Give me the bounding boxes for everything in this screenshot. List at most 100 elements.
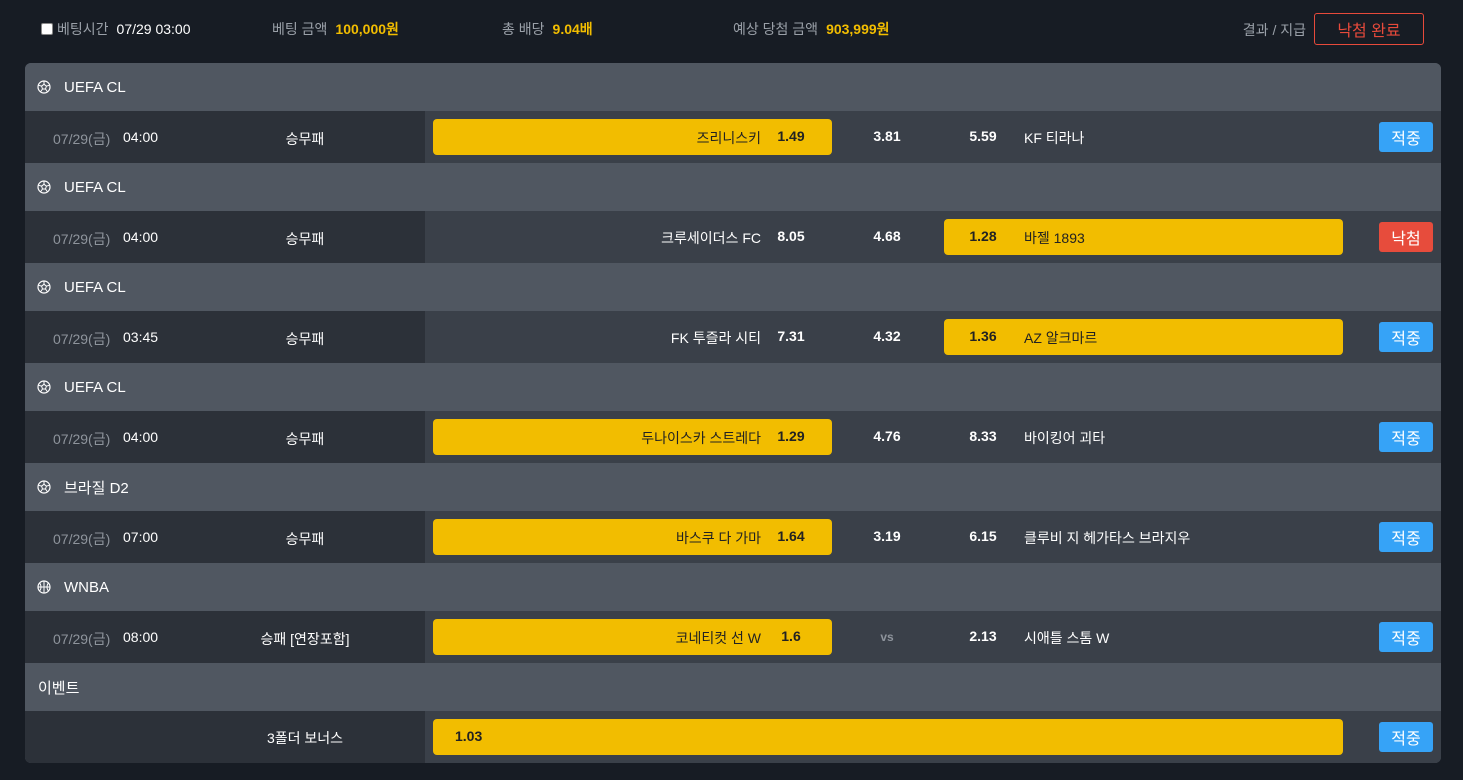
away-team: AZ 알크마르 <box>1024 330 1098 346</box>
bonus-selection-highlight <box>433 719 1343 755</box>
league-header: 브라질 D2 <box>25 463 1441 511</box>
away-odds: 1.36 <box>969 328 997 344</box>
event-row: 3폴더 보너스 1.03 적중 <box>25 711 1441 763</box>
result-badge: 낙첨 <box>1379 222 1433 252</box>
match-date: 07/29(금) <box>53 131 111 147</box>
bet-slip-list: UEFA CL 07/29(금) 04:00 승무패 즈리니스키 1.49 3.… <box>25 63 1441 763</box>
draw-odds: 4.68 <box>873 228 901 244</box>
bet-info: 07/29(금) 04:00 승무패 <box>25 411 425 463</box>
bet-info: 07/29(금) 03:45 승무패 <box>25 311 425 363</box>
soccer-ball-icon <box>37 380 51 394</box>
total-odds: 총 배당 9.04배 <box>502 20 593 38</box>
league-header: UEFA CL <box>25 163 1441 211</box>
bet-info: 07/29(금) 04:00 승무패 <box>25 111 425 163</box>
bet-type: 승패 [연장포함] <box>260 631 350 647</box>
match-time: 04:00 <box>123 129 159 145</box>
away-team: 클루비 지 헤가타스 브라지우 <box>1024 530 1191 546</box>
bet-time-value: 07/29 03:00 <box>116 21 191 37</box>
total-odds-value: 9.04배 <box>552 21 593 37</box>
expected-win-value: 903,999원 <box>826 21 890 37</box>
match-date: 07/29(금) <box>53 231 111 247</box>
result-badge: 적중 <box>1379 122 1433 152</box>
odds-area: FK 투즐라 시티 7.31 4.32 1.36 AZ 알크마르 적중 <box>425 311 1441 363</box>
league-name: UEFA CL <box>64 378 126 396</box>
vs-label: vs <box>880 630 894 644</box>
away-team: 바이킹어 괴타 <box>1024 430 1106 446</box>
bet-amount-label: 베팅 금액 <box>272 21 328 37</box>
total-odds-label: 총 배당 <box>502 21 545 37</box>
bet-info: 07/29(금) 08:00 승패 [연장포함] <box>25 611 425 663</box>
bet-amount: 베팅 금액 100,000원 <box>272 20 399 38</box>
draw-odds: 4.76 <box>873 428 901 444</box>
home-team: 즈리니스키 <box>696 130 761 146</box>
result-label: 결과 / 지급 <box>1242 22 1306 38</box>
home-team: 두나이스카 스트레다 <box>641 430 761 446</box>
home-team: FK 투즐라 시티 <box>670 330 761 346</box>
result-badge: 적중 <box>1379 322 1433 352</box>
bet-row: 07/29(금) 03:45 승무패 FK 투즐라 시티 7.31 4.32 1… <box>25 311 1441 363</box>
bet-row: 07/29(금) 04:00 승무패 크루세이더스 FC 8.05 4.68 1… <box>25 211 1441 263</box>
bet-row: 07/29(금) 08:00 승패 [연장포함] 코네티컷 선 W 1.6 vs… <box>25 611 1441 663</box>
draw-odds: 3.19 <box>873 528 901 544</box>
expected-win-label: 예상 당첨 금액 <box>733 21 819 37</box>
expected-win: 예상 당첨 금액 903,999원 <box>733 20 890 38</box>
soccer-ball-icon <box>37 280 51 294</box>
match-time: 07:00 <box>123 529 159 545</box>
away-team: KF 티라나 <box>1024 130 1085 146</box>
bet-type: 승무패 <box>285 431 325 447</box>
soccer-ball-icon <box>37 480 51 494</box>
match-date: 07/29(금) <box>53 531 111 547</box>
bet-type: 승무패 <box>285 231 325 247</box>
home-team: 크루세이더스 FC <box>661 230 761 246</box>
away-odds: 8.33 <box>969 428 997 444</box>
match-time: 08:00 <box>123 629 159 645</box>
bet-time: 베팅시간 07/29 03:00 <box>41 20 191 38</box>
status-button[interactable]: 낙첨 완료 <box>1314 13 1424 45</box>
league-name: UEFA CL <box>64 178 126 196</box>
result-badge: 적중 <box>1379 722 1433 752</box>
league-header: UEFA CL <box>25 263 1441 311</box>
away-odds: 6.15 <box>969 528 997 544</box>
event-title: 이벤트 <box>38 679 80 697</box>
bonus-label: 3폴더 보너스 <box>266 730 344 746</box>
event-odds-area: 1.03 적중 <box>425 711 1441 763</box>
league-header: UEFA CL <box>25 63 1441 111</box>
league-name: 브라질 D2 <box>64 479 129 497</box>
away-odds: 5.59 <box>969 128 997 144</box>
soccer-ball-icon <box>37 180 51 194</box>
home-team: 코네티컷 선 W <box>675 630 761 646</box>
bet-info: 07/29(금) 07:00 승무패 <box>25 511 425 563</box>
draw-odds: 4.32 <box>873 328 901 344</box>
match-time: 04:00 <box>123 429 159 445</box>
bet-row: 07/29(금) 07:00 승무패 바스쿠 다 가마 1.64 3.19 6.… <box>25 511 1441 563</box>
away-team: 바젤 1893 <box>1024 230 1085 246</box>
odds-area: 두나이스카 스트레다 1.29 4.76 8.33 바이킹어 괴타 적중 <box>425 411 1441 463</box>
away-odds: 2.13 <box>969 628 997 644</box>
home-odds: 7.31 <box>777 328 805 344</box>
odds-area: 바스쿠 다 가마 1.64 3.19 6.15 클루비 지 헤가타스 브라지우 … <box>425 511 1441 563</box>
match-date: 07/29(금) <box>53 431 111 447</box>
result-badge: 적중 <box>1379 522 1433 552</box>
league-name: UEFA CL <box>64 78 126 96</box>
event-header: 이벤트 <box>25 663 1441 711</box>
home-odds: 1.6 <box>781 628 801 644</box>
result-badge: 적중 <box>1379 622 1433 652</box>
home-odds: 8.05 <box>777 228 805 244</box>
draw-odds: 3.81 <box>873 128 901 144</box>
bet-type: 승무패 <box>285 331 325 347</box>
league-header: WNBA <box>25 563 1441 611</box>
away-team: 시애틀 스톰 W <box>1024 630 1110 646</box>
bet-time-label: 베팅시간 <box>57 21 109 37</box>
odds-area: 크루세이더스 FC 8.05 4.68 1.28 바젤 1893 낙첨 <box>425 211 1441 263</box>
bet-type: 승무패 <box>285 531 325 547</box>
home-odds: 1.64 <box>777 528 805 544</box>
odds-area: 코네티컷 선 W 1.6 vs 2.13 시애틀 스톰 W 적중 <box>425 611 1441 663</box>
bet-row: 07/29(금) 04:00 승무패 두나이스카 스트레다 1.29 4.76 … <box>25 411 1441 463</box>
league-name: WNBA <box>64 578 109 596</box>
league-header: UEFA CL <box>25 363 1441 411</box>
result-badge: 적중 <box>1379 422 1433 452</box>
match-date: 07/29(금) <box>53 631 111 647</box>
select-checkbox[interactable] <box>41 23 53 35</box>
match-date: 07/29(금) <box>53 331 111 347</box>
bonus-odds: 1.03 <box>455 728 483 744</box>
